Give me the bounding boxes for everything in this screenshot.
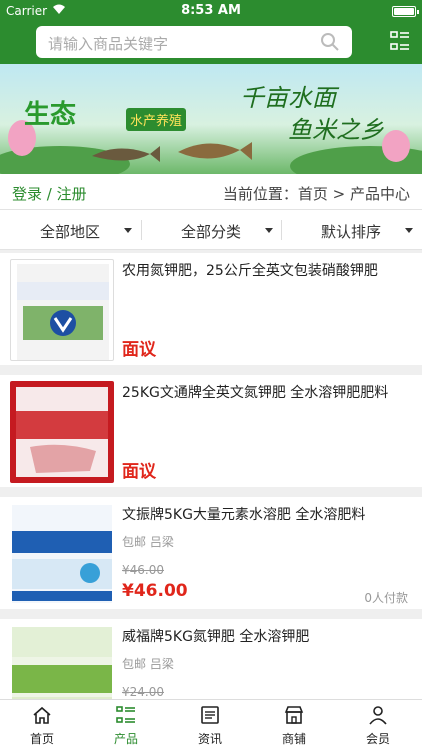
product-shipping-location: 包邮 吕梁 [122, 657, 174, 671]
product-original-price: ¥46.00 [122, 563, 164, 577]
clock: 8:53 AM [181, 3, 241, 18]
login-register-link[interactable]: 登录 / 注册 [12, 183, 87, 204]
tab-member-label: 会员 [365, 732, 390, 746]
news-icon [200, 705, 220, 729]
chevron-down-icon [405, 228, 413, 233]
search-input[interactable]: 请输入商品关键字 [36, 26, 352, 58]
tab-home-label: 首页 [29, 732, 54, 746]
product-image [10, 259, 114, 361]
filter-sort-label: 默认排序 [321, 223, 382, 241]
banner-subtitle: 水产养殖 [126, 108, 187, 131]
status-bar: Carrier 8:53 AM [0, 0, 422, 22]
home-icon [32, 705, 52, 729]
tab-products-label: 产品 [113, 732, 138, 746]
bottom-tab-bar: 首页 产品 资讯 商铺 会员 [0, 699, 422, 750]
filter-category[interactable]: 全部分类 [141, 210, 281, 250]
product-card[interactable]: 25KG文通牌全英文氮钾肥 全水溶钾肥肥料 面议 [0, 375, 422, 487]
app-header: Carrier 8:53 AM 请输入商品关键字 [0, 0, 422, 64]
product-title: 威福牌5KG氮钾肥 全水溶钾肥 [122, 629, 310, 645]
tab-news-label: 资讯 [197, 732, 222, 746]
product-title: 农用氮钾肥，25公斤全英文包装硝酸钾肥 [122, 263, 378, 279]
banner-title: 生态 [24, 100, 77, 130]
product-price: ¥46.00 [122, 581, 188, 601]
product-list-icon [116, 705, 136, 729]
product-shipping-location: 包邮 吕梁 [122, 535, 174, 549]
breadcrumb: 当前位置：首页 > 产品中心 [222, 185, 410, 203]
search-icon[interactable] [320, 32, 340, 56]
banner-slogan-1: 千亩水面 [240, 84, 336, 112]
filter-region-label: 全部地区 [40, 223, 101, 241]
shop-icon [284, 705, 304, 729]
product-sold-count: 0人付款 [364, 591, 408, 605]
filter-category-label: 全部分类 [181, 223, 242, 241]
product-image [10, 503, 114, 605]
tab-products[interactable]: 产品 [84, 700, 168, 750]
filter-bar: 全部地区 全部分类 默认排序 [0, 210, 422, 250]
tab-shops[interactable]: 商铺 [252, 700, 336, 750]
product-card[interactable]: 文振牌5KG大量元素水溶肥 全水溶肥料 包邮 吕梁 ¥46.00 ¥46.00 … [0, 497, 422, 609]
product-card[interactable]: 农用氮钾肥，25公斤全英文包装硝酸钾肥 面议 [0, 253, 422, 365]
product-title: 25KG文通牌全英文氮钾肥 全水溶钾肥肥料 [122, 385, 389, 401]
product-title: 文振牌5KG大量元素水溶肥 全水溶肥料 [122, 507, 366, 523]
category-menu-icon[interactable] [390, 30, 410, 56]
location-bar: 登录 / 注册 当前位置：首页 > 产品中心 [0, 174, 422, 210]
tab-home[interactable]: 首页 [0, 700, 84, 750]
product-price: 面议 [122, 462, 156, 482]
product-price: 面议 [122, 340, 156, 360]
product-image [10, 381, 114, 483]
search-placeholder: 请输入商品关键字 [48, 35, 169, 53]
battery-icon [392, 6, 419, 17]
filter-sort[interactable]: 默认排序 [281, 210, 421, 250]
user-icon [368, 705, 388, 729]
chevron-down-icon [265, 228, 273, 233]
banner-slogan-2: 鱼米之乡 [288, 116, 384, 144]
promo-banner[interactable]: 生态 水产养殖 千亩水面 鱼米之乡 [0, 64, 422, 174]
product-original-price: ¥24.00 [122, 685, 164, 699]
filter-region[interactable]: 全部地区 [0, 210, 140, 250]
tab-shops-label: 商铺 [281, 732, 306, 746]
tab-member[interactable]: 会员 [336, 700, 420, 750]
chevron-down-icon [124, 228, 132, 233]
tab-news[interactable]: 资讯 [168, 700, 252, 750]
